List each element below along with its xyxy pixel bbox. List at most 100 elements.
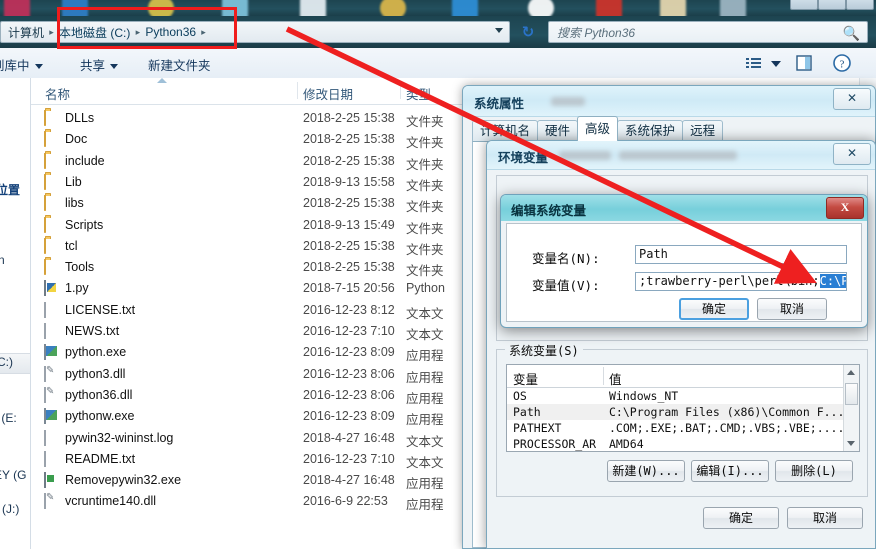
file-date: 2016-12-23 8:12	[303, 302, 395, 317]
file-name: Lib	[65, 174, 82, 189]
window-close-button[interactable]	[846, 0, 874, 10]
tab-remote[interactable]: 远程	[682, 120, 724, 141]
scroll-down-icon[interactable]	[847, 441, 855, 446]
titlebar-blurred-text	[551, 97, 585, 106]
navigation-pane[interactable]: 的位置 n C:) r (E: EY (G (J:)	[0, 78, 31, 549]
column-header-type[interactable]: 类型	[406, 84, 431, 103]
file-type: 文件夹	[406, 264, 444, 279]
file-date: 2016-12-23 7:10	[303, 451, 395, 466]
scroll-up-icon[interactable]	[847, 370, 855, 375]
folder-icon	[44, 152, 59, 169]
view-chevron-down-icon[interactable]	[766, 53, 786, 73]
exe-file-icon	[44, 472, 59, 489]
navpane-fragment-drive-e[interactable]: r (E:	[0, 411, 17, 425]
taskbar-icon[interactable]	[720, 0, 746, 16]
window-minimize-button[interactable]	[790, 0, 818, 10]
taskbar-icon[interactable]	[596, 0, 622, 16]
system-variables-scrollbar[interactable]	[843, 365, 859, 451]
preview-pane-icon[interactable]	[794, 53, 814, 73]
system-properties-titlebar[interactable]: 系统属性 ✕	[463, 86, 875, 117]
navpane-fragment-drive-g[interactable]: EY (G	[0, 468, 26, 482]
env-var-row[interactable]: PROCESSOR_AR AMD64	[507, 436, 859, 452]
file-date: 2018-7-15 20:56	[303, 281, 395, 296]
titlebar-blurred-text	[559, 151, 611, 160]
taskbar-icon[interactable]	[528, 0, 554, 16]
env-vars-titlebar[interactable]: 环境变量 ✕	[487, 141, 875, 170]
refresh-icon[interactable]: ↻	[516, 21, 540, 43]
breadcrumb-item-local-disk[interactable]: 本地磁盘 (C:)	[56, 24, 133, 41]
edit-var-ok-button[interactable]: 确定	[679, 298, 749, 320]
dll-file-icon	[44, 386, 59, 403]
toolbar-new-folder-label: 新建文件夹	[148, 59, 211, 73]
column-header-date[interactable]: 修改日期	[303, 84, 353, 103]
svg-text:?: ?	[840, 59, 845, 71]
taskbar-icon[interactable]	[222, 0, 248, 16]
toolbar-new-folder[interactable]: 新建文件夹	[148, 55, 211, 74]
file-date: 2018-4-27 16:48	[303, 473, 395, 488]
close-icon[interactable]: ✕	[833, 143, 871, 165]
column-divider[interactable]	[297, 82, 298, 99]
file-date: 2016-12-23 7:10	[303, 324, 395, 338]
column-header-name[interactable]: 名称	[45, 84, 70, 103]
edit-variable-button[interactable]: 编辑(I)...	[691, 460, 769, 482]
list-column-divider[interactable]	[603, 367, 604, 385]
chevron-down-icon[interactable]	[495, 28, 503, 33]
window-maximize-button[interactable]	[818, 0, 846, 10]
breadcrumb[interactable]: 计算机 ▸ 本地磁盘 (C:) ▸ Python36 ▸	[0, 21, 510, 43]
navpane-fragment-locations[interactable]: 的位置	[0, 181, 20, 198]
close-icon[interactable]: ✕	[833, 88, 871, 110]
taskbar-icon[interactable]	[380, 0, 406, 16]
breadcrumb-item-python36[interactable]: Python36	[142, 25, 199, 39]
file-type: 文件夹	[406, 242, 444, 257]
system-variables-list[interactable]: 变量 值 OS Windows_NT Path C:\Program Files (x…	[506, 364, 860, 452]
taskbar-icon[interactable]	[452, 0, 478, 16]
env-var-row[interactable]: PATHEXT .COM;.EXE;.BAT;.CMD;.VBS;.VBE;...…	[507, 420, 859, 436]
taskbar-icon[interactable]	[660, 0, 686, 16]
tab-hardware[interactable]: 硬件	[537, 120, 579, 141]
tab-system-protection[interactable]: 系统保护	[617, 120, 684, 141]
variable-value-selection: C:\Python36	[819, 274, 846, 288]
dll-file-icon	[44, 365, 59, 382]
tab-computer-name[interactable]: 计算机名	[472, 120, 539, 141]
folder-icon	[44, 110, 59, 126]
file-date: 2018-2-25 15:38	[303, 196, 395, 211]
chevron-down-icon	[110, 64, 119, 70]
variable-value-input[interactable]: ;trawberry-perl\perl\bin;C:\Python36	[635, 272, 847, 291]
taskbar-icon[interactable]	[4, 0, 30, 16]
file-type: 文件夹	[406, 157, 444, 172]
help-icon[interactable]: ?	[832, 53, 852, 73]
env-vars-cancel-button[interactable]: 取消	[787, 507, 863, 529]
edit-var-titlebar[interactable]: 编辑系统变量 X	[501, 195, 867, 221]
file-name: Doc	[65, 132, 88, 147]
new-variable-button[interactable]: 新建(W)...	[607, 460, 685, 482]
file-type: 文件夹	[406, 200, 444, 215]
scrollbar-thumb[interactable]	[845, 383, 858, 405]
breadcrumb-separator: ▸	[135, 26, 141, 37]
taskbar-icon[interactable]	[300, 0, 326, 16]
delete-variable-button[interactable]: 删除(L)	[775, 460, 853, 482]
list-column-value[interactable]: 值	[609, 369, 622, 388]
env-var-row[interactable]: Path C:\Program Files (x86)\Common F...	[507, 404, 859, 420]
file-type: 文件夹	[406, 221, 444, 236]
close-icon[interactable]: X	[826, 197, 864, 219]
edit-var-cancel-button[interactable]: 取消	[757, 298, 827, 320]
navpane-fragment-local-disk[interactable]: C:)	[0, 355, 13, 369]
navpane-fragment-n[interactable]: n	[0, 253, 5, 267]
taskbar-icon[interactable]	[148, 0, 174, 16]
toolbar-share[interactable]: 共享	[80, 55, 119, 74]
file-date: 2018-4-27 16:48	[303, 430, 395, 445]
list-view-icon[interactable]	[744, 53, 764, 73]
env-vars-ok-button[interactable]: 确定	[703, 507, 779, 529]
variable-name-input[interactable]: Path	[635, 245, 847, 264]
taskbar-icon[interactable]	[62, 0, 88, 16]
toolbar-add-to-library[interactable]: 到库中	[0, 55, 43, 74]
file-name: Scripts	[65, 217, 104, 232]
list-column-variable[interactable]: 变量	[513, 369, 538, 388]
search-input[interactable]: 搜索 Python36 🔍	[548, 21, 868, 43]
navpane-fragment-drive-j[interactable]: (J:)	[2, 502, 19, 516]
breadcrumb-item-computer[interactable]: 计算机	[5, 24, 47, 41]
dll-file-icon	[44, 493, 59, 510]
env-var-row[interactable]: OS Windows_NT	[507, 388, 859, 404]
tab-advanced[interactable]: 高级	[577, 116, 619, 141]
column-divider[interactable]	[400, 82, 401, 99]
